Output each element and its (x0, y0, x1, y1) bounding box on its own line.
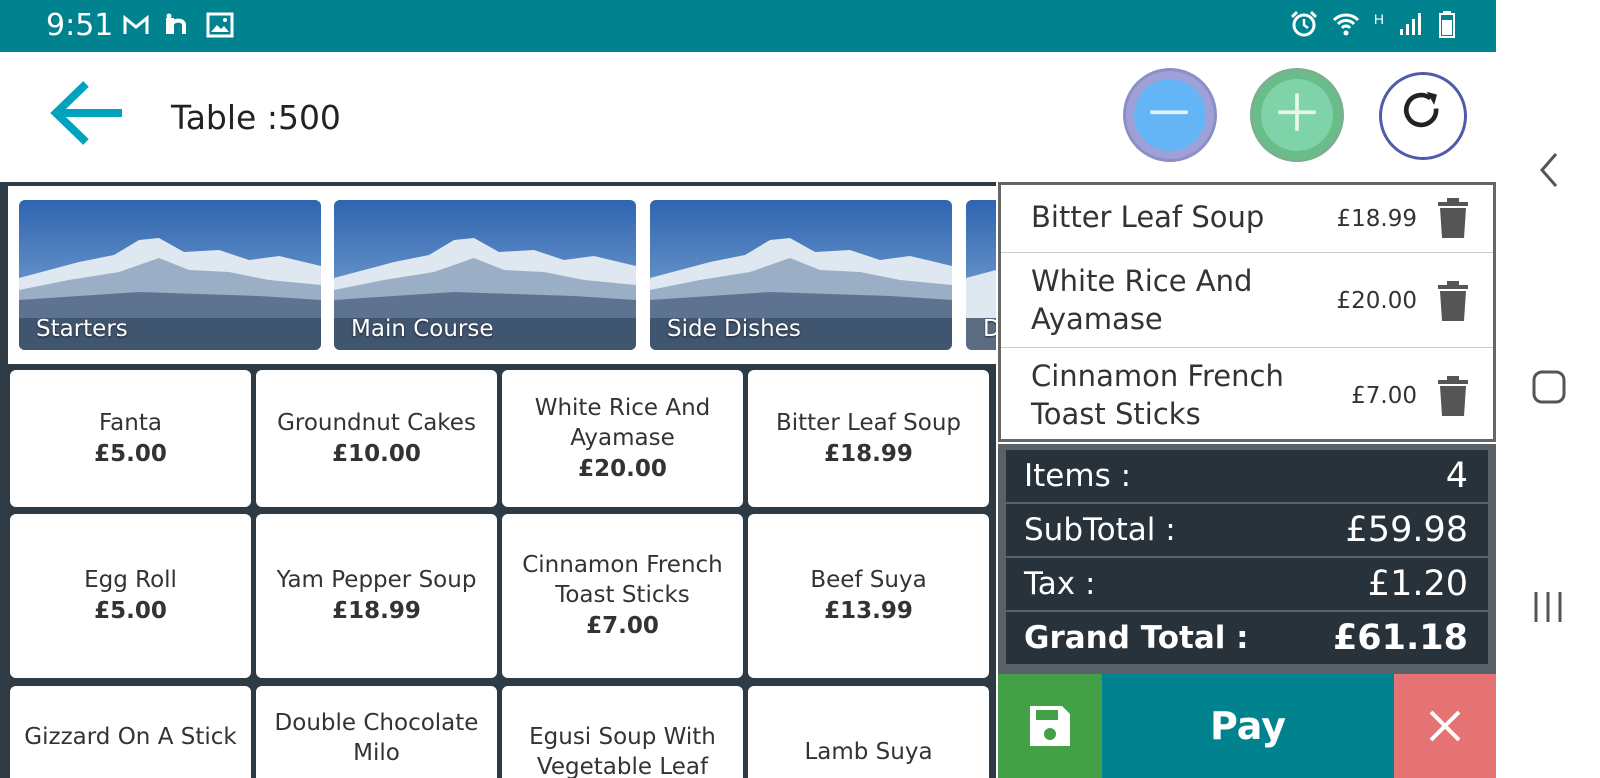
network-type-label: H (1373, 11, 1384, 27)
grand-total-row: Grand Total : £61.18 (1006, 612, 1488, 664)
wifi-icon (1332, 13, 1359, 36)
category-card-main-course[interactable]: Main Course (334, 200, 636, 350)
alarm-icon (1290, 10, 1317, 37)
status-time: 9:51 (46, 8, 114, 43)
product-name: Beef Suya (810, 567, 927, 593)
gmail-icon (123, 14, 149, 34)
product-tile[interactable]: Yam Pepper Soup £18.99 (256, 514, 497, 678)
order-item[interactable]: Bitter Leaf Soup £18.99 (1001, 185, 1493, 253)
product-name: Double Chocolate Milo (274, 710, 479, 766)
items-value: 4 (1445, 456, 1468, 496)
product-tile[interactable]: Bitter Leaf Soup £18.99 (748, 370, 989, 507)
category-strip[interactable]: Starters Main Course Side Dishes D (8, 186, 996, 364)
product-name: Egg Roll (84, 567, 177, 593)
trash-icon[interactable] (1437, 198, 1469, 238)
minus-icon (1150, 110, 1188, 115)
category-card-side-dishes[interactable]: Side Dishes (650, 200, 952, 350)
product-tile[interactable]: Egusi Soup With Vegetable Leaf (502, 686, 743, 778)
order-item-price: £20.00 (1336, 288, 1417, 314)
totals-panel: Items : 4 SubTotal : £59.98 Tax : £1.20 … (998, 444, 1496, 674)
product-tile[interactable]: Lamb Suya (748, 686, 989, 778)
nav-recents-icon[interactable] (1496, 588, 1600, 628)
category-card-starters[interactable]: Starters (19, 200, 321, 350)
tax-label: Tax : (1024, 566, 1096, 602)
order-item[interactable]: White Rice And Ayamase £20.00 (1001, 253, 1493, 348)
product-name: Lamb Suya (804, 739, 933, 765)
product-tile[interactable]: Groundnut Cakes £10.00 (256, 370, 497, 507)
order-item-name: Bitter Leaf Soup (1031, 200, 1265, 234)
system-nav-bar (1496, 0, 1600, 778)
items-label: Items : (1024, 458, 1132, 494)
product-name: White Rice And Ayamase (534, 394, 711, 451)
product-name: Groundnut Cakes (277, 409, 476, 436)
product-tile[interactable]: Cinnamon French Toast Sticks £7.00 (502, 514, 743, 678)
category-label: D (983, 316, 996, 342)
product-price: £7.00 (586, 613, 659, 639)
product-tile[interactable]: Egg Roll £5.00 (10, 514, 251, 678)
menu-panel: Starters Main Course Side Dishes D Fanta… (0, 182, 996, 778)
plus-icon (1278, 93, 1316, 131)
product-name: Bitter Leaf Soup (775, 409, 962, 436)
status-left-icons (122, 12, 234, 38)
category-card-partial[interactable]: D (966, 200, 996, 350)
close-icon (1429, 710, 1461, 742)
nav-back-icon[interactable] (1496, 150, 1600, 190)
pay-button[interactable]: Pay (1102, 674, 1394, 778)
battery-icon (1439, 11, 1455, 38)
refresh-button[interactable] (1379, 72, 1467, 160)
product-price: £5.00 (94, 440, 167, 467)
subtotal-value: £59.98 (1345, 510, 1468, 550)
product-price: £5.00 (94, 598, 167, 624)
category-label: Main Course (351, 316, 494, 342)
order-item-price: £18.99 (1336, 206, 1417, 232)
refresh-icon (1404, 91, 1439, 128)
subtotal-row: SubTotal : £59.98 (1006, 504, 1488, 556)
product-price: £18.99 (332, 598, 421, 624)
decrease-quantity-button[interactable] (1123, 68, 1217, 162)
image-icon (206, 12, 234, 38)
tax-value: £1.20 (1367, 564, 1468, 604)
product-name: Cinnamon French Toast Sticks (522, 552, 723, 608)
tax-row: Tax : £1.20 (1006, 558, 1488, 610)
product-name: Fanta (99, 409, 162, 436)
product-price: £10.00 (332, 440, 421, 467)
product-name: Egusi Soup With Vegetable Leaf (529, 724, 716, 778)
header: Table :500 (0, 52, 1496, 182)
save-icon (1030, 706, 1070, 746)
order-item[interactable]: Cinnamon French Toast Sticks £7.00 (1001, 348, 1493, 439)
product-tile[interactable]: Fanta £5.00 (10, 370, 251, 507)
product-price: £18.99 (824, 440, 913, 467)
trash-icon[interactable] (1437, 376, 1469, 416)
product-name: Gizzard On A Stick (24, 724, 237, 750)
product-price: £13.99 (824, 598, 913, 624)
category-label: Side Dishes (667, 316, 801, 342)
grand-total-value: £61.18 (1332, 618, 1468, 658)
category-label: Starters (36, 316, 128, 342)
items-count-row: Items : 4 (1006, 450, 1488, 502)
grand-total-label: Grand Total : (1024, 620, 1249, 656)
trash-icon[interactable] (1437, 281, 1469, 321)
product-name: Yam Pepper Soup (276, 567, 477, 593)
status-bar: 9:51 H (0, 0, 1496, 52)
order-item-name: White Rice And Ayamase (1031, 264, 1253, 336)
order-item-name: Cinnamon French Toast Sticks (1031, 359, 1284, 431)
save-button[interactable] (998, 674, 1102, 778)
cancel-order-button[interactable] (1394, 674, 1496, 778)
status-right-icons: H (1290, 10, 1456, 38)
notification-n-icon (166, 13, 186, 34)
nav-home-icon[interactable] (1496, 368, 1600, 408)
signal-icon (1400, 13, 1421, 35)
product-tile[interactable]: White Rice And Ayamase £20.00 (502, 370, 743, 507)
order-list[interactable]: Bitter Leaf Soup £18.99 White Rice And A… (998, 182, 1496, 442)
back-arrow-icon[interactable] (48, 78, 128, 148)
order-item-price: £7.00 (1351, 383, 1417, 409)
product-tile[interactable]: Beef Suya £13.99 (748, 514, 989, 678)
product-price: £20.00 (578, 455, 667, 482)
page-title: Table :500 (171, 98, 341, 137)
product-tile[interactable]: Double Chocolate Milo (256, 686, 497, 778)
subtotal-label: SubTotal : (1024, 512, 1176, 548)
increase-quantity-button[interactable] (1250, 68, 1344, 162)
product-tile[interactable]: Gizzard On A Stick (10, 686, 251, 778)
